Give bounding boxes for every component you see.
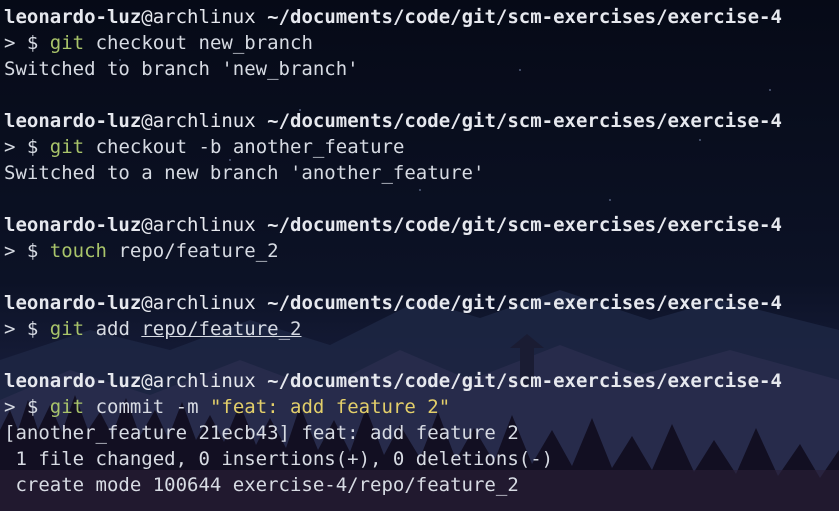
output-line: 1 file changed, 0 insertions(+), 0 delet… (4, 448, 554, 470)
output-line: create mode 100644 exercise-4/repo/featu… (4, 474, 519, 496)
prompt-host: archlinux (152, 292, 256, 314)
prompt-marker: > $ (4, 32, 39, 54)
command-line: > $ git commit -m "feat: add feature 2" (0, 394, 450, 420)
command-args: commit -m (95, 396, 210, 418)
prompt-host: archlinux (152, 370, 256, 392)
command-name: git (49, 396, 85, 418)
output-line: Switched to branch 'new_branch' (4, 58, 359, 80)
prompt-path: ~/documents/code/git/scm-exercises/exerc… (267, 292, 782, 314)
prompt-host: archlinux (152, 110, 256, 132)
command-name: touch (49, 240, 107, 262)
output-line: Switched to a new branch 'another_featur… (4, 162, 485, 184)
command-name: git (49, 32, 85, 54)
prompt-user: leonardo-luz (4, 214, 142, 236)
command-args: checkout new_branch (95, 32, 313, 54)
prompt-line: leonardo-luz@archlinux ~/documents/code/… (0, 4, 782, 30)
prompt-line: leonardo-luz@archlinux ~/documents/code/… (0, 108, 782, 134)
prompt-line: leonardo-luz@archlinux ~/documents/code/… (0, 368, 782, 394)
prompt-host: archlinux (152, 214, 256, 236)
command-line: > $ git checkout new_branch (0, 30, 313, 56)
command-name: git (49, 136, 85, 158)
prompt-path: ~/documents/code/git/scm-exercises/exerc… (267, 370, 782, 392)
prompt-at: @ (141, 292, 153, 314)
terminal-window[interactable]: leonardo-luz@archlinux ~/documents/code/… (0, 0, 839, 511)
command-line: > $ git add repo/feature_2 (0, 316, 301, 342)
prompt-user: leonardo-luz (4, 6, 142, 28)
output-line: [another_feature 21ecb43] feat: add feat… (4, 422, 519, 444)
prompt-at: @ (141, 370, 153, 392)
command-line: > $ touch repo/feature_2 (0, 238, 279, 264)
prompt-at: @ (141, 110, 153, 132)
prompt-marker: > $ (4, 240, 39, 262)
prompt-host: archlinux (152, 6, 256, 28)
prompt-line: leonardo-luz@archlinux ~/documents/code/… (0, 290, 782, 316)
command-name: git (49, 318, 85, 340)
command-line: > $ git checkout -b another_feature (0, 134, 404, 160)
prompt-at: @ (141, 214, 153, 236)
prompt-path: ~/documents/code/git/scm-exercises/exerc… (267, 6, 782, 28)
prompt-user: leonardo-luz (4, 292, 142, 314)
prompt-at: @ (141, 6, 153, 28)
command-args: repo/feature_2 (118, 240, 279, 262)
prompt-line: leonardo-luz@archlinux ~/documents/code/… (0, 212, 782, 238)
prompt-path: ~/documents/code/git/scm-exercises/exerc… (267, 110, 782, 132)
prompt-user: leonardo-luz (4, 370, 142, 392)
prompt-marker: > $ (4, 396, 39, 418)
prompt-path: ~/documents/code/git/scm-exercises/exerc… (267, 214, 782, 236)
prompt-marker: > $ (4, 318, 39, 340)
prompt-user: leonardo-luz (4, 110, 142, 132)
prompt-marker: > $ (4, 136, 39, 158)
file-path-link[interactable]: repo/feature_2 (141, 318, 301, 340)
command-string-arg: "feat: add feature 2" (209, 396, 451, 418)
command-args: add (95, 318, 142, 340)
command-args: checkout -b another_feature (95, 136, 405, 158)
